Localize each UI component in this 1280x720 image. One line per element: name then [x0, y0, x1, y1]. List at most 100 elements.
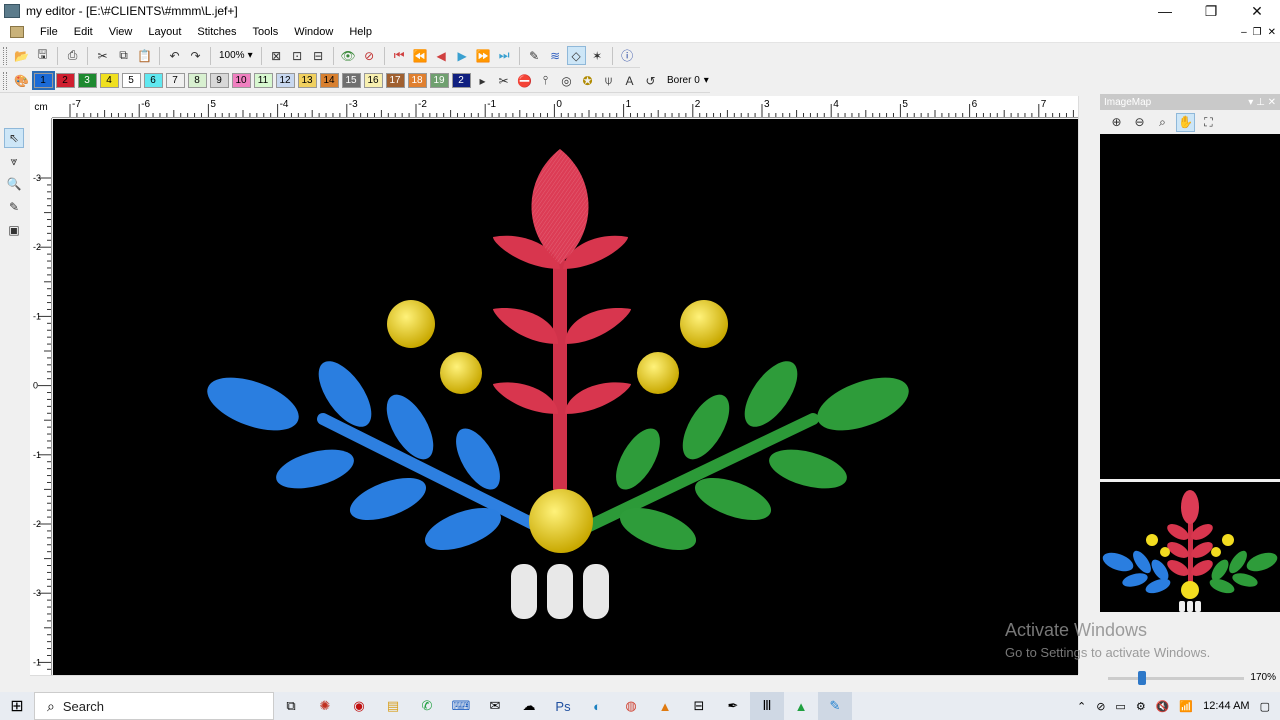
applique-icon[interactable]: ✪	[578, 71, 597, 90]
color-chip-8[interactable]: 8	[187, 73, 207, 88]
mdi-minimize-button[interactable]: –	[1241, 22, 1247, 43]
horizontal-scrollbar[interactable]	[30, 675, 1078, 689]
color-chip-15[interactable]: 15	[341, 73, 361, 88]
tree-app-icon[interactable]: ▲	[784, 692, 818, 720]
battery-icon[interactable]: ▭	[1115, 700, 1125, 713]
satin-icon[interactable]: ≋	[546, 46, 565, 65]
scissors-icon[interactable]: ✂	[494, 71, 513, 90]
menu-window[interactable]: Window	[286, 22, 341, 43]
color-chip-9[interactable]: 9	[209, 73, 229, 88]
sparkle-icon[interactable]: ✶	[588, 46, 607, 65]
trim-icon[interactable]: ⫯	[536, 71, 555, 90]
inkscape-icon[interactable]: ✒	[716, 692, 750, 720]
clock-time[interactable]: 12:44 AM	[1203, 700, 1249, 712]
next-stitch-icon[interactable]: ▶	[453, 46, 472, 65]
color-chip-4[interactable]: 4	[99, 73, 119, 88]
color-palette-icon[interactable]: 🎨	[12, 71, 31, 90]
chrome-icon[interactable]: ◍	[614, 692, 648, 720]
color-chip-11[interactable]: 11	[253, 73, 273, 88]
paste-icon[interactable]: 📋	[135, 46, 154, 65]
menu-stitches[interactable]: Stitches	[189, 22, 244, 43]
pen-icon[interactable]: ✎	[525, 46, 544, 65]
notification-icon[interactable]: ▢	[1260, 700, 1270, 713]
color-chip-6[interactable]: 6	[143, 73, 163, 88]
cut-icon[interactable]: ✂	[93, 46, 112, 65]
color-chip-1[interactable]: 1	[31, 71, 55, 90]
color-chip-2[interactable]: 2	[55, 73, 75, 88]
copy-icon[interactable]: ⧉	[114, 46, 133, 65]
menu-tools[interactable]: Tools	[245, 22, 287, 43]
menu-help[interactable]: Help	[341, 22, 380, 43]
color-chip-18[interactable]: 18	[407, 73, 427, 88]
rotate-icon[interactable]: ↺	[641, 71, 660, 90]
zoom-selection-icon[interactable]: ⊡	[288, 46, 307, 65]
select-tool-icon[interactable]: ⇖	[4, 128, 24, 148]
embroidery-app-icon[interactable]: Ⅲ	[750, 692, 784, 720]
zoom-tool-icon[interactable]: 🔍	[4, 174, 24, 194]
fit-view-icon[interactable]: ⛶	[1199, 113, 1218, 132]
first-stitch-icon[interactable]: ⏮	[390, 46, 409, 65]
network-off-icon[interactable]: ⊘	[1096, 700, 1105, 713]
store-icon[interactable]: ⊟	[682, 692, 716, 720]
tray-app-icon[interactable]: ⚙	[1136, 700, 1146, 713]
record-app-icon[interactable]: ◉	[342, 692, 376, 720]
zoom-knob[interactable]	[1138, 671, 1146, 685]
last-stitch-icon[interactable]: ⏭	[495, 46, 514, 65]
select-shape-icon[interactable]: ◇	[566, 46, 586, 65]
hand-pan-icon[interactable]: ✋	[1176, 112, 1195, 132]
color-chip-17[interactable]: 17	[385, 73, 405, 88]
taskbar-search[interactable]: ⌕ Search	[34, 692, 274, 720]
mail-app-icon[interactable]: ✉	[478, 692, 512, 720]
color-chip-13[interactable]: 13	[297, 73, 317, 88]
menu-view[interactable]: View	[101, 22, 141, 43]
frame-icon[interactable]: ▣	[4, 220, 24, 240]
edge-icon[interactable]: ◐	[580, 692, 614, 720]
task-view-icon[interactable]: ⧉	[274, 692, 308, 720]
zoom-track[interactable]	[1108, 677, 1244, 680]
zoom-slider[interactable]: 170%	[1100, 668, 1280, 688]
hide-stitches-icon[interactable]: ⊘	[360, 46, 379, 65]
show-stitches-icon[interactable]: 👁	[339, 46, 358, 65]
close-button[interactable]: ✕	[1234, 0, 1280, 22]
chevron-up-icon[interactable]: ⌃	[1077, 700, 1086, 713]
restore-button[interactable]: ❐	[1188, 0, 1234, 22]
color-chip-3[interactable]: 3	[77, 73, 97, 88]
panel-pin-icon[interactable]: ⊥	[1256, 97, 1265, 108]
color-chip-7[interactable]: 7	[165, 73, 185, 88]
menu-file[interactable]: File	[32, 22, 66, 43]
print-icon[interactable]: ⎙	[63, 46, 82, 65]
text-icon[interactable]: A	[620, 71, 639, 90]
toolbar-grip[interactable]	[3, 71, 7, 90]
whatsapp-icon[interactable]: ✆	[410, 692, 444, 720]
mdi-restore-button[interactable]: ❐	[1253, 22, 1262, 43]
borer-select[interactable]: Borer 0 ▾	[667, 75, 709, 86]
menu-edit[interactable]: Edit	[66, 22, 101, 43]
keyboard-app-icon[interactable]: ⌨	[444, 692, 478, 720]
imagemap-view[interactable]	[1100, 134, 1280, 479]
vlc-icon[interactable]: ▲	[648, 692, 682, 720]
undo-icon[interactable]: ↶	[165, 46, 184, 65]
minimize-button[interactable]: —	[1142, 0, 1188, 22]
target-icon[interactable]: ◎	[557, 71, 576, 90]
next-color-icon[interactable]: ⏩	[474, 46, 493, 65]
windows-start-icon[interactable]: ⊞	[0, 692, 34, 720]
color-chip-14[interactable]: 14	[319, 73, 339, 88]
zoom-out-icon[interactable]: ⊖	[1130, 113, 1149, 132]
panel-menu-icon[interactable]: ▾	[1248, 97, 1253, 108]
redo-icon[interactable]: ↷	[186, 46, 205, 65]
zoom-hoop-icon[interactable]: ⊟	[309, 46, 328, 65]
open-folder-icon[interactable]: 📂	[12, 46, 31, 65]
file-explorer-icon[interactable]: ▤	[376, 692, 410, 720]
design-thumbnail[interactable]	[1100, 482, 1280, 612]
edit-object-icon[interactable]: ✎	[4, 197, 24, 217]
document-icon[interactable]	[10, 26, 24, 38]
mdi-close-button[interactable]: ✕	[1268, 22, 1276, 43]
volume-mute-icon[interactable]: 🔇	[1156, 700, 1170, 713]
chevron-right-icon[interactable]: ▸	[473, 71, 492, 90]
color-chip-12[interactable]: 12	[275, 73, 295, 88]
color-chip-20[interactable]: 2	[451, 73, 471, 88]
color-chip-10[interactable]: 10	[231, 73, 251, 88]
embroidery-canvas[interactable]	[53, 119, 1078, 676]
chat-app-icon[interactable]: ☁	[512, 692, 546, 720]
zoom-select[interactable]: 100% ▾	[219, 50, 253, 61]
